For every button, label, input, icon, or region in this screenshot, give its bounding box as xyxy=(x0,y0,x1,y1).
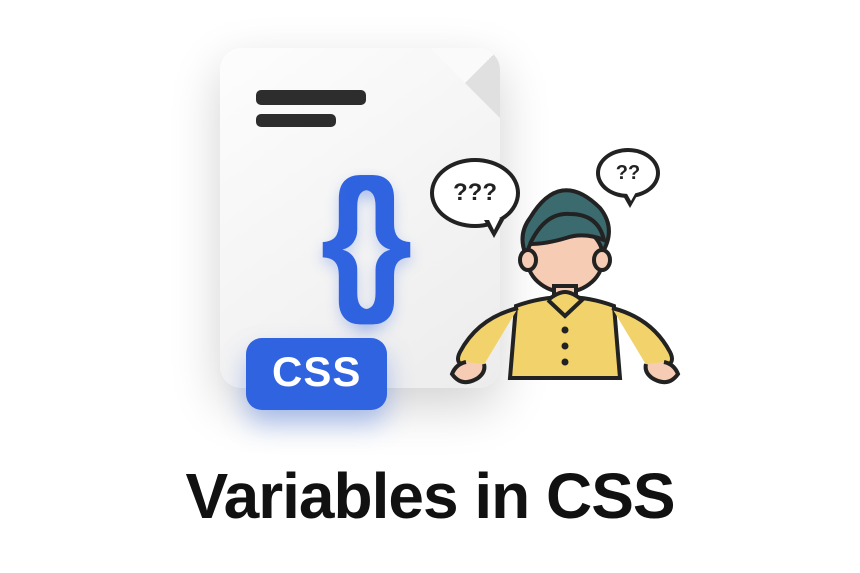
brace-right: } xyxy=(356,156,399,316)
file-text-line xyxy=(256,114,336,127)
file-corner-fold xyxy=(430,48,500,118)
speech-bubble-tail xyxy=(484,220,504,238)
css-badge: CSS xyxy=(246,338,387,410)
question-marks: ??? xyxy=(453,179,497,207)
speech-bubble-icon: ??? xyxy=(430,158,520,228)
question-marks: ?? xyxy=(616,162,640,185)
confused-person-icon: ??? ?? xyxy=(430,148,690,428)
speech-bubble-icon: ?? xyxy=(596,148,660,198)
speech-bubble-tail xyxy=(622,194,638,208)
illustration-group: {} CSS ??? ?? xyxy=(180,48,680,448)
page-title: Variables in CSS xyxy=(0,459,860,533)
file-text-line xyxy=(256,90,366,105)
